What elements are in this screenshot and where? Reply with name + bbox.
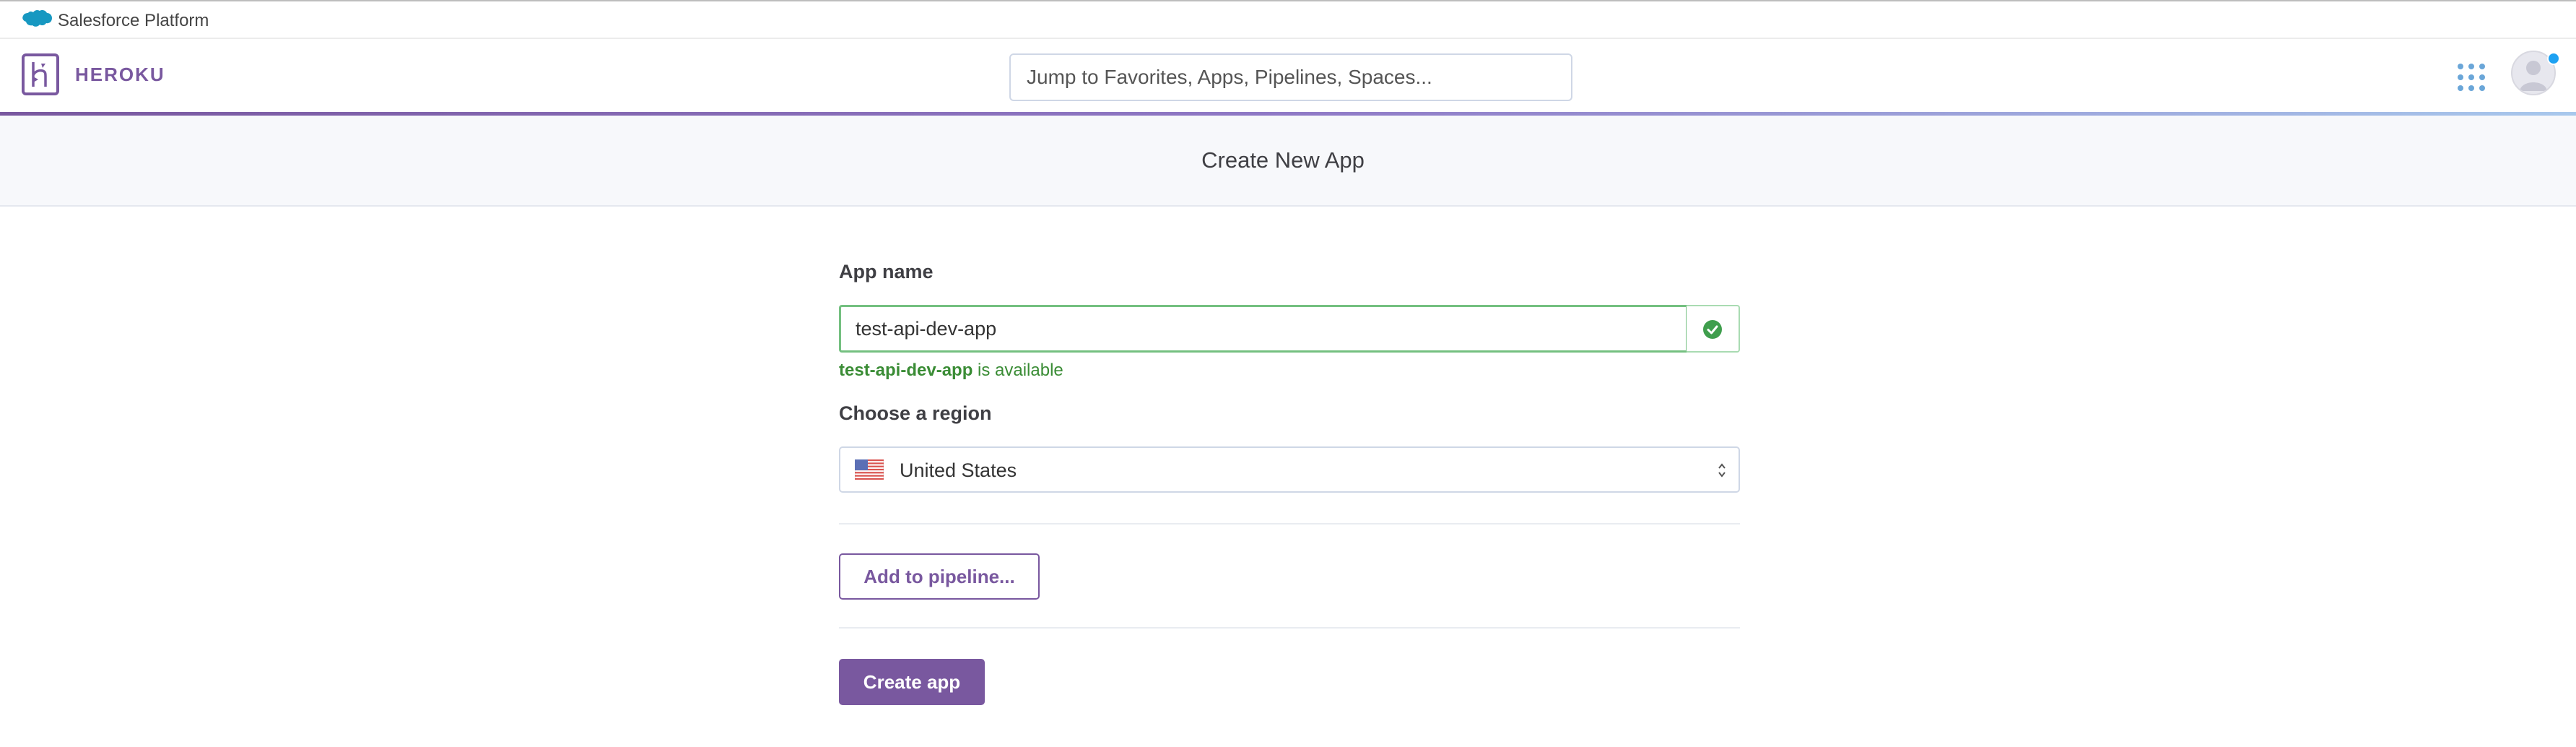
salesforce-platform-label: Salesforce Platform: [58, 11, 209, 30]
region-label: Choose a region: [839, 402, 992, 424]
availability-status: [1687, 305, 1740, 353]
jump-search-input[interactable]: [1009, 53, 1572, 101]
section-divider: [839, 523, 1740, 524]
notification-dot: [2547, 52, 2560, 65]
check-circle-icon: [1703, 320, 1722, 339]
availability-text: is available: [972, 360, 1063, 380]
page-title-band: Create New App: [0, 116, 2576, 207]
heroku-logo-icon[interactable]: [22, 53, 59, 95]
add-to-pipeline-button[interactable]: Add to pipeline...: [839, 553, 1040, 600]
section-divider: [839, 627, 1740, 629]
select-arrows-icon: [1718, 463, 1726, 478]
apps-grid-icon[interactable]: [2458, 64, 2486, 92]
heroku-header: HEROKU: [0, 39, 2576, 113]
app-name-label: App name: [839, 261, 934, 282]
salesforce-platform-bar: Salesforce Platform: [0, 0, 2576, 39]
us-flag-icon: [855, 459, 884, 480]
region-selected-value: United States: [900, 459, 1017, 481]
region-select[interactable]: United States: [839, 446, 1740, 493]
create-app-button[interactable]: Create app: [839, 659, 985, 705]
available-app-name: test-api-dev-app: [839, 360, 973, 380]
salesforce-cloud-icon: [22, 9, 52, 27]
availability-message: test-api-dev-app is available: [839, 360, 1063, 381]
page-title: Create New App: [1201, 147, 1365, 173]
heroku-wordmark[interactable]: HEROKU: [75, 64, 165, 85]
app-name-input[interactable]: [839, 305, 1688, 353]
